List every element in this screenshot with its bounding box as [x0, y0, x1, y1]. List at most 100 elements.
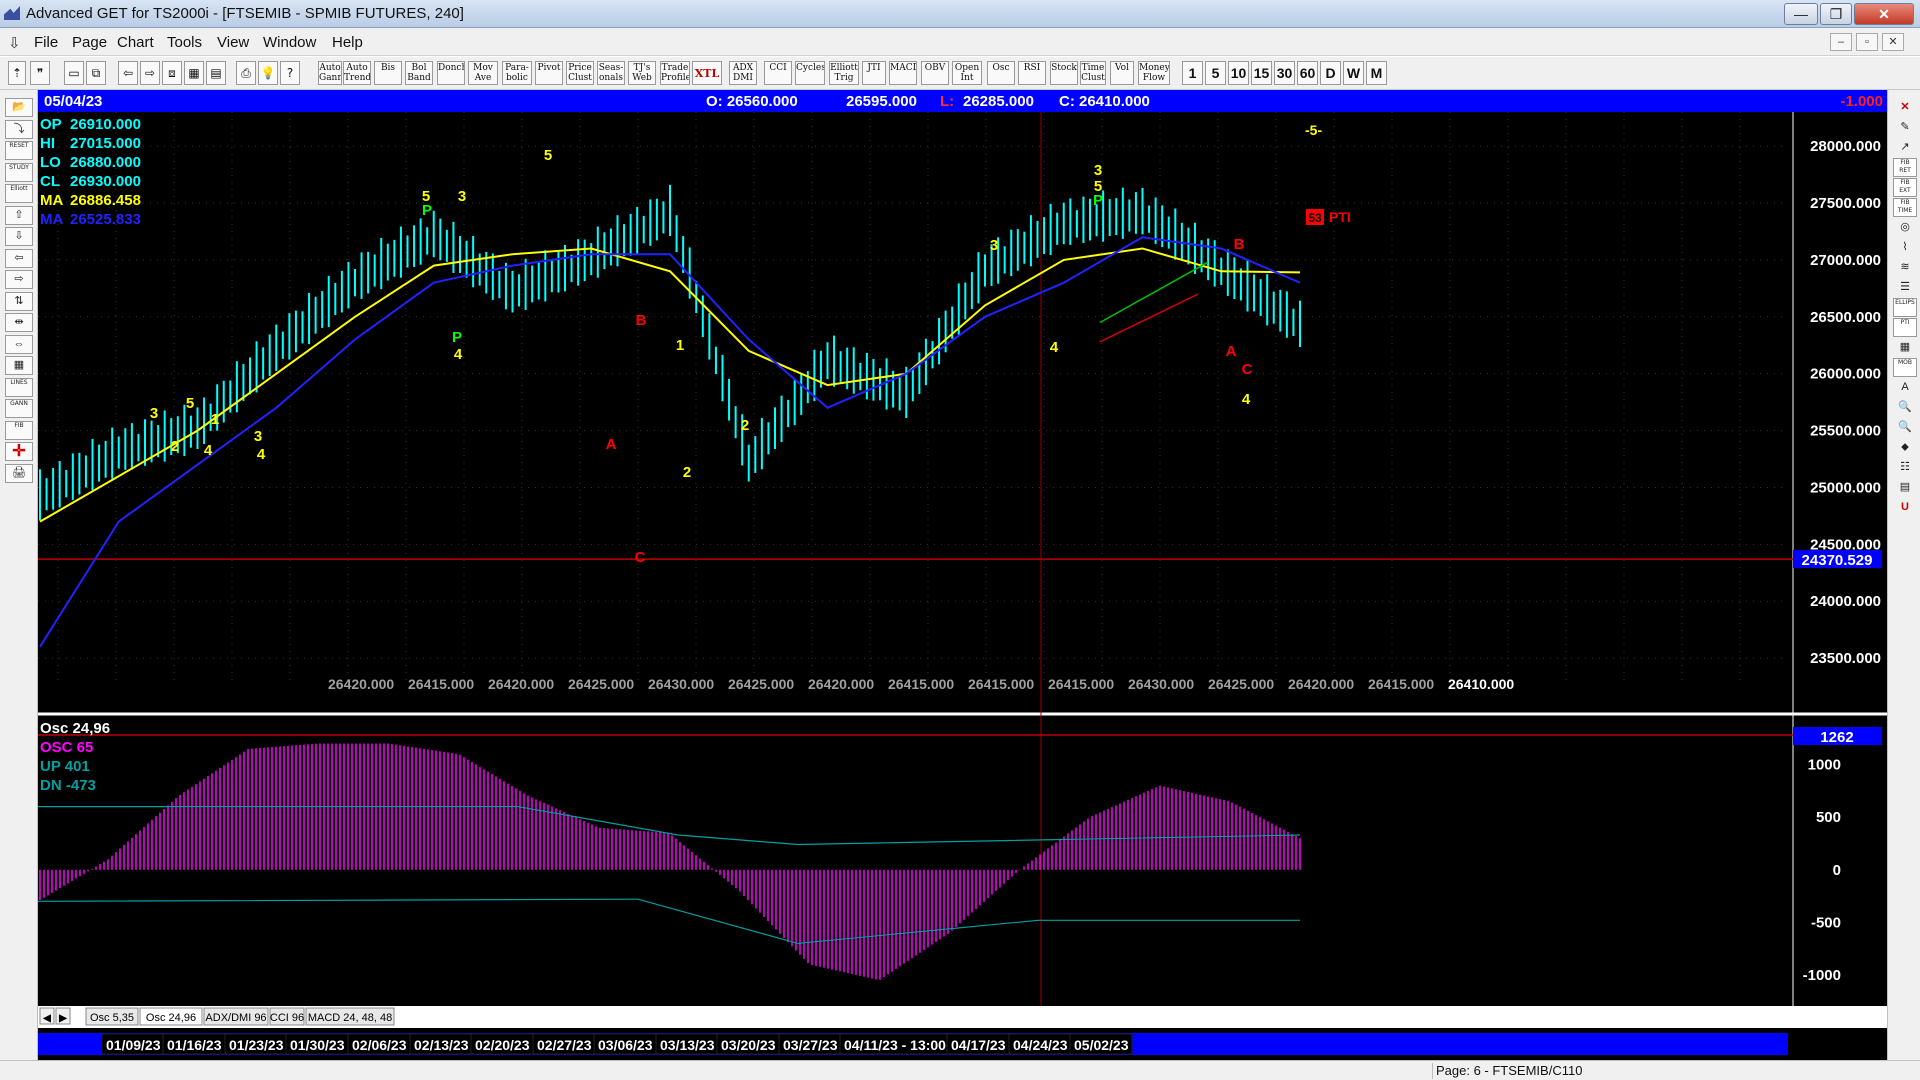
study-button-elliott-trig[interactable]: Elliott Trig	[829, 61, 859, 85]
print-icon[interactable]: ⎙	[236, 61, 256, 85]
study-button-macd[interactable]: MACD	[889, 61, 917, 85]
study-button-adx-dmi[interactable]: ADX DMI	[729, 61, 757, 85]
forward-icon[interactable]: ⇨	[140, 61, 160, 85]
right-tool-10[interactable]: ELLIPS	[1893, 298, 1917, 317]
menu-chart[interactable]: Chart	[117, 34, 154, 51]
study-button-cci[interactable]: CCI	[764, 61, 792, 85]
menu-page[interactable]: Page	[72, 34, 107, 51]
study-button-cycles[interactable]: Cycles	[795, 61, 825, 85]
timeframe-button-d[interactable]: D	[1320, 61, 1341, 85]
right-tool-3[interactable]: FIB RET	[1893, 158, 1917, 177]
study-button-obv[interactable]: OBV	[921, 61, 949, 85]
maximize-button[interactable]: ❐	[1820, 3, 1852, 25]
timeframe-button-60[interactable]: 60	[1297, 61, 1318, 85]
mdi-close-button[interactable]: ✕	[1882, 33, 1904, 51]
right-tool-15[interactable]: 🔍	[1893, 398, 1917, 417]
left-tool-1[interactable]: ⤵	[5, 119, 33, 139]
right-tool-17[interactable]: ⬥	[1893, 438, 1917, 457]
right-tool-9[interactable]: ☰	[1893, 278, 1917, 297]
timeframe-button-5[interactable]: 5	[1205, 61, 1226, 85]
timeframe-button-1[interactable]: 1	[1182, 61, 1203, 85]
study-button-auto-trend[interactable]: Auto Trend	[343, 61, 371, 85]
study-button-bol-band[interactable]: Bol Band	[405, 61, 433, 85]
pointer-icon[interactable]: ⇡	[8, 61, 26, 85]
study-button-vol[interactable]: Vol	[1110, 61, 1134, 85]
right-tool-13[interactable]: MOB	[1893, 358, 1917, 377]
timeframe-button-m[interactable]: M	[1366, 61, 1387, 85]
mdi-child-icon[interactable]: ⇩	[8, 34, 21, 52]
grid-icon[interactable]: ▤	[206, 61, 226, 85]
close-button[interactable]: ✕	[1854, 3, 1914, 25]
left-tool-14[interactable]: GANN	[5, 399, 33, 418]
right-tool-1[interactable]: ✎	[1893, 118, 1917, 137]
study-button-time-clust[interactable]: Time Clust	[1080, 61, 1106, 85]
left-tool-6[interactable]: ⇩	[5, 227, 33, 246]
left-tool-9[interactable]: ⇅	[5, 291, 33, 311]
back-icon[interactable]: ⇦	[118, 61, 138, 85]
help-icon[interactable]: ?	[280, 61, 300, 85]
study-button-donch[interactable]: Donch	[437, 61, 465, 85]
study-button-jti[interactable]: JTI	[862, 61, 886, 85]
right-tool-8[interactable]: ≋	[1893, 258, 1917, 277]
menu-view[interactable]: View	[217, 34, 249, 51]
quote-icon[interactable]: ❞	[30, 61, 50, 85]
left-tool-2[interactable]: RESET	[5, 141, 33, 160]
study-button-pivot[interactable]: Pivot	[535, 61, 563, 85]
study-button-tj-s-web[interactable]: TJ's Web	[628, 61, 656, 85]
idea-icon[interactable]: 💡	[258, 61, 278, 85]
right-tool-20[interactable]: U	[1893, 498, 1917, 517]
left-tool-16[interactable]: ✛	[5, 442, 33, 461]
right-tool-16[interactable]: 🔍	[1893, 418, 1917, 437]
left-tool-12[interactable]: ▦	[5, 356, 33, 375]
study-button-open-int[interactable]: Open Int	[952, 61, 982, 85]
new-page-icon[interactable]: ▭	[64, 61, 84, 85]
right-tool-6[interactable]: ◎	[1893, 218, 1917, 237]
menu-file[interactable]: File	[34, 34, 58, 51]
timeframe-button-10[interactable]: 10	[1228, 61, 1249, 85]
tile-icon[interactable]: ▦	[184, 61, 204, 85]
study-button-mov-ave[interactable]: Mov Ave	[468, 61, 498, 85]
study-button-para-bolic[interactable]: Para-bolic	[502, 61, 532, 85]
left-tool-13[interactable]: LINES	[5, 377, 33, 397]
right-tool-4[interactable]: FIB EXT	[1893, 178, 1917, 197]
study-button-seas-onals[interactable]: Seas-onals	[597, 61, 625, 85]
chart-window[interactable]: 05/04/23 O: 26560.000 26595.000 L: 26285.000…	[38, 90, 1887, 1060]
study-button-rsi[interactable]: RSI	[1018, 61, 1046, 85]
study-button-price-clust[interactable]: Price Clust	[566, 61, 594, 85]
left-tool-5[interactable]: ⇧	[5, 205, 33, 225]
study-button-auto-gann[interactable]: Auto Gann	[318, 61, 342, 85]
cascade-icon[interactable]: ⧈	[162, 61, 182, 85]
left-tool-3[interactable]: STUDY	[5, 162, 33, 182]
study-button-stock[interactable]: Stock	[1050, 61, 1078, 85]
right-tool-7[interactable]: ⌇	[1893, 238, 1917, 257]
right-tool-14[interactable]: A	[1893, 378, 1917, 397]
left-tool-10[interactable]: ⇹	[5, 313, 33, 332]
menu-tools[interactable]: Tools	[167, 34, 202, 51]
timeframe-button-w[interactable]: W	[1343, 61, 1364, 85]
right-tool-0[interactable]: ✕	[1893, 98, 1917, 117]
right-tool-11[interactable]: PTI	[1893, 318, 1917, 337]
menu-window[interactable]: Window	[263, 34, 316, 51]
left-tool-11[interactable]: ⇔	[5, 334, 33, 354]
left-tool-0[interactable]: 📂	[5, 98, 33, 117]
right-tool-18[interactable]: ☷	[1893, 458, 1917, 477]
mdi-restore-button[interactable]: ▫	[1856, 33, 1878, 51]
timeframe-button-15[interactable]: 15	[1251, 61, 1272, 85]
left-tool-15[interactable]: FIB	[5, 420, 33, 440]
price-chart[interactable]: 05/04/23 O: 26560.000 26595.000 L: 26285.000…	[38, 90, 1887, 1060]
minimize-button[interactable]: —	[1784, 3, 1818, 25]
right-tool-12[interactable]: ▦	[1893, 338, 1917, 357]
study-button-money-flow[interactable]: Money Flow	[1138, 61, 1170, 85]
right-tool-2[interactable]: ↗	[1893, 138, 1917, 157]
right-tool-5[interactable]: FIB TIME	[1893, 198, 1917, 217]
left-tool-17[interactable]: 🖨	[5, 463, 33, 483]
left-tool-8[interactable]: ⇨	[5, 270, 33, 289]
study-button-osc[interactable]: Osc	[987, 61, 1015, 85]
study-button-bis[interactable]: Bis	[374, 61, 402, 85]
study-button-trade-profile[interactable]: Trade Profile	[660, 61, 690, 85]
timeframe-button-30[interactable]: 30	[1274, 61, 1295, 85]
study-button-xtl[interactable]: XTL	[692, 61, 722, 85]
right-tool-19[interactable]: ▤	[1893, 478, 1917, 497]
copy-icon[interactable]: ⧉	[86, 61, 106, 85]
mdi-minimize-button[interactable]: –	[1830, 33, 1852, 51]
